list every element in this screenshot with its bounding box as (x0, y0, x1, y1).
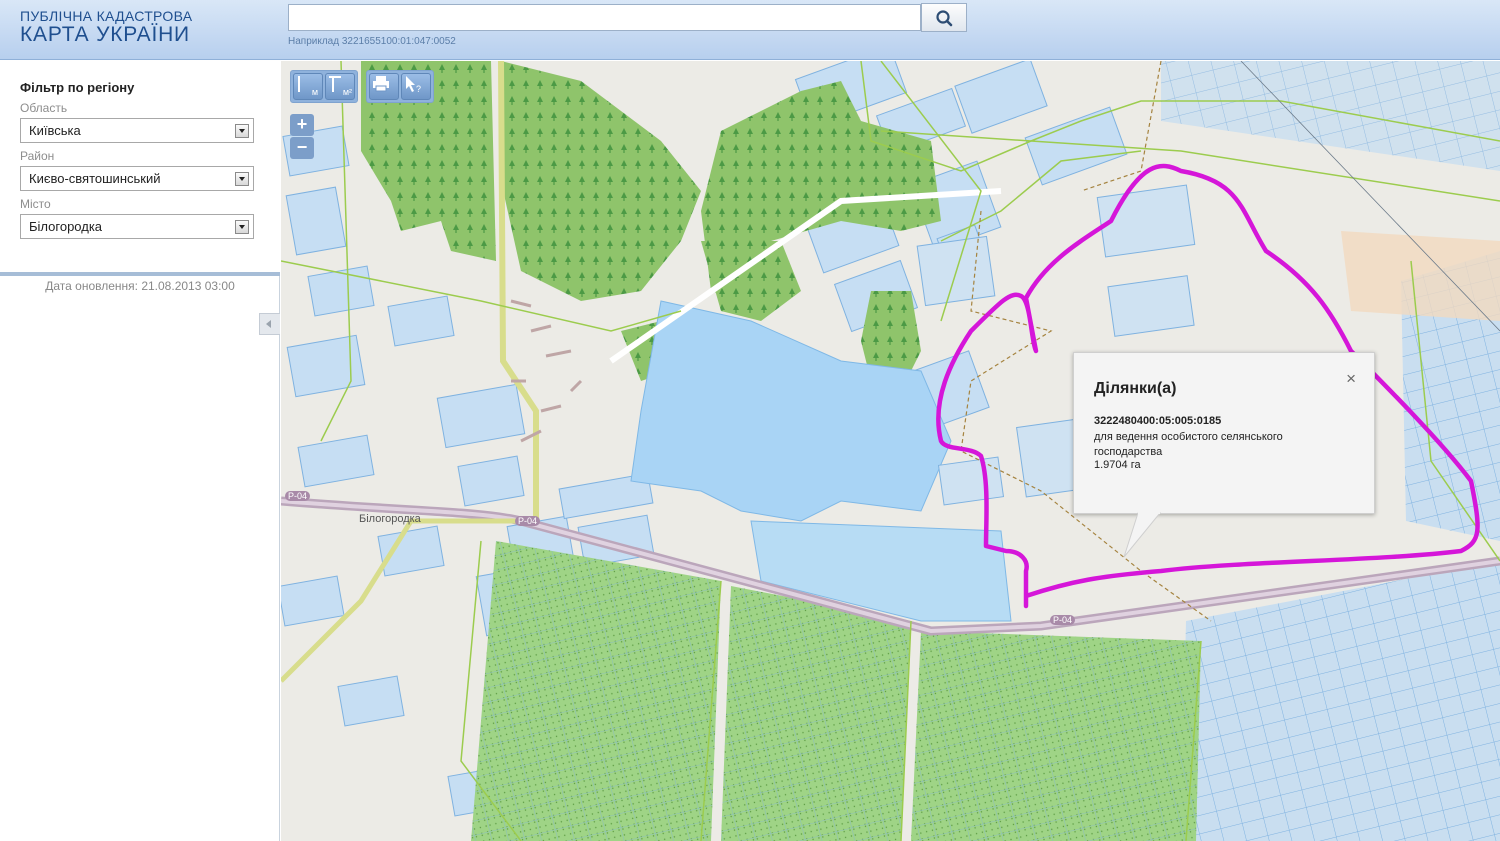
raion-value: Києво-святошинський (29, 171, 161, 186)
search-button[interactable] (921, 3, 967, 32)
logo-line1: ПУБЛІЧНА КАДАСТРОВА (20, 8, 193, 24)
zoom-in-button[interactable]: + (290, 114, 314, 136)
print-button[interactable] (369, 73, 399, 100)
road-label-1: Р-04 (285, 491, 311, 501)
measure-length-label: м (311, 87, 318, 97)
chevron-down-icon[interactable] (235, 220, 249, 234)
parcel-area: 1.9704 га (1094, 459, 1141, 471)
cadastral-number[interactable]: 3222480400:05:005:0185 (1094, 415, 1221, 427)
sidebar: Фільтр по регіону Область Київська Район… (0, 61, 280, 841)
raion-select[interactable]: Києво-святошинський (20, 166, 254, 191)
measure-toolbar: м м² (290, 70, 358, 103)
search-hint: Наприклад 3221655100:01:047:0052 (288, 36, 456, 47)
measure-area-label: м² (342, 87, 352, 97)
zoom-out-button[interactable]: − (290, 137, 314, 159)
collapse-sidebar-button[interactable] (259, 313, 280, 335)
orange-parcels[interactable] (1341, 231, 1500, 321)
agri-block-1[interactable] (471, 541, 721, 841)
site-logo[interactable]: ПУБЛІЧНА КАДАСТРОВА КАРТА УКРАЇНИ (20, 8, 192, 46)
city-label: Місто (20, 197, 51, 211)
popup-title: Ділянки(а) (1094, 380, 1177, 397)
map-canvas[interactable]: Білогородка Р-04 Р-04 Р-04 м м² ? + − Ді… (281, 61, 1500, 841)
chevron-down-icon[interactable] (235, 124, 249, 138)
parcel-info-popup: Ділянки(а) × 3222480400:05:005:0185 для … (1073, 352, 1375, 558)
region-filter-panel: Фільтр по регіону Область Київська Район… (0, 61, 280, 276)
filter-title: Фільтр по регіону (20, 80, 135, 95)
measure-length-button[interactable]: м (293, 73, 323, 100)
oblast-value: Київська (29, 123, 81, 138)
oblast-label: Область (20, 101, 68, 115)
identify-button[interactable]: ? (401, 73, 431, 100)
map-actions-toolbar: ? (366, 70, 434, 103)
agri-block-3[interactable] (911, 631, 1201, 841)
header: ПУБЛІЧНА КАДАСТРОВА КАРТА УКРАЇНИ Наприк… (0, 0, 1500, 60)
place-label: Білогородка (359, 513, 421, 525)
close-icon[interactable]: × (1346, 369, 1356, 389)
road-label-3: Р-04 (1050, 615, 1076, 625)
print-icon (373, 76, 389, 92)
oblast-select[interactable]: Київська (20, 118, 254, 143)
measure-area-button[interactable]: м² (325, 73, 355, 100)
chevron-down-icon[interactable] (235, 172, 249, 186)
popup-pointer (1123, 512, 1162, 558)
agri-block-2[interactable] (721, 586, 911, 841)
search-icon (936, 10, 953, 27)
city-value: Білогородка (29, 219, 103, 234)
svg-text:?: ? (416, 84, 421, 94)
parcel-purpose: для ведення особистого селянського госпо… (1094, 431, 1283, 458)
update-date: Дата оновлення: 21.08.2013 03:00 (45, 279, 235, 293)
search-input[interactable] (288, 4, 921, 31)
logo-line2: КАРТА УКРАЇНИ (20, 23, 190, 46)
identify-icon: ? (406, 76, 421, 94)
city-select[interactable]: Білогородка (20, 214, 254, 239)
road-label-2: Р-04 (515, 516, 541, 526)
raion-label: Район (20, 149, 55, 163)
